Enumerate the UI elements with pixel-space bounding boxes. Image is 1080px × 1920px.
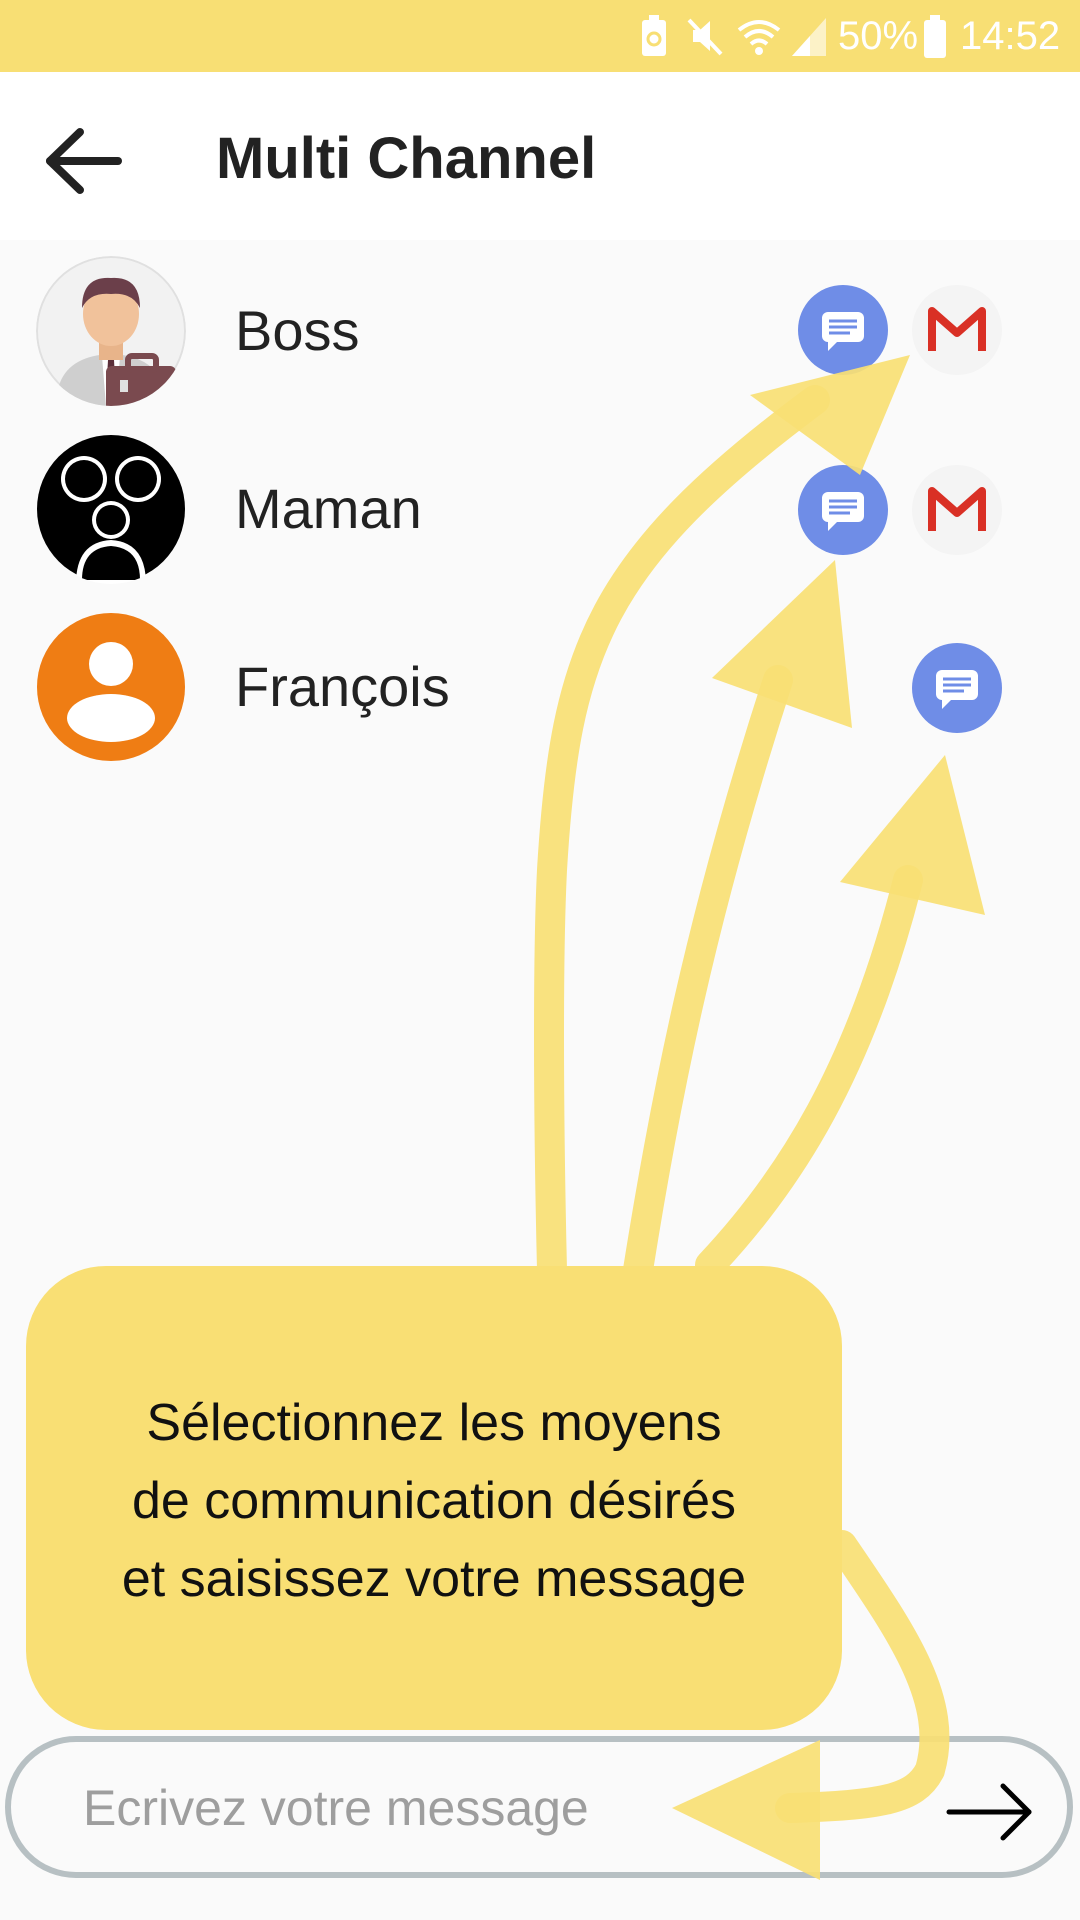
send-button[interactable] — [941, 1772, 1041, 1852]
gmail-channel-toggle[interactable] — [912, 285, 1002, 375]
avatar — [37, 613, 185, 761]
contact-row-boss[interactable]: Boss — [0, 242, 1080, 420]
arrow-left-icon — [46, 128, 122, 194]
gmail-icon — [928, 307, 986, 351]
avatar — [36, 256, 186, 406]
status-bar: 50% 14:52 — [0, 0, 1080, 72]
page-title: Multi Channel — [216, 126, 597, 191]
contact-name: Maman — [235, 477, 422, 540]
battery-icon — [924, 15, 946, 58]
clock: 14:52 — [960, 14, 1061, 58]
sms-channel-toggle[interactable] — [912, 643, 1002, 733]
app-bar: Multi Channel — [0, 72, 1080, 240]
gmail-icon — [928, 487, 986, 531]
tutorial-line: de communication désirés — [131, 1472, 737, 1530]
contact-row-francois[interactable]: François — [0, 598, 1080, 776]
signal-icon — [792, 18, 826, 56]
mute-icon — [687, 18, 723, 56]
message-icon — [822, 492, 864, 531]
avatar — [37, 435, 185, 584]
gmail-channel-toggle[interactable] — [912, 465, 1002, 555]
message-icon — [822, 312, 864, 351]
tutorial-text: Sélectionnez les moyens de communication… — [26, 1384, 842, 1618]
message-icon — [936, 670, 978, 709]
wifi-icon — [737, 20, 781, 55]
battery-saver-icon — [642, 15, 666, 56]
contact-name: François — [235, 655, 450, 718]
message-input[interactable] — [81, 1772, 845, 1844]
sms-channel-toggle[interactable] — [798, 465, 888, 555]
tutorial-line: et saisissez votre message — [121, 1550, 747, 1608]
battery-percent: 50% — [838, 14, 919, 58]
contact-name: Boss — [235, 299, 360, 362]
sms-channel-toggle[interactable] — [798, 285, 888, 375]
message-composer — [5, 1736, 1073, 1878]
contact-row-maman[interactable]: Maman — [0, 420, 1080, 598]
tutorial-line: Sélectionnez les moyens — [146, 1394, 722, 1452]
arrow-right-icon — [946, 1783, 1032, 1841]
tutorial-callout: Sélectionnez les moyens de communication… — [26, 1266, 842, 1730]
back-button[interactable] — [40, 116, 130, 206]
